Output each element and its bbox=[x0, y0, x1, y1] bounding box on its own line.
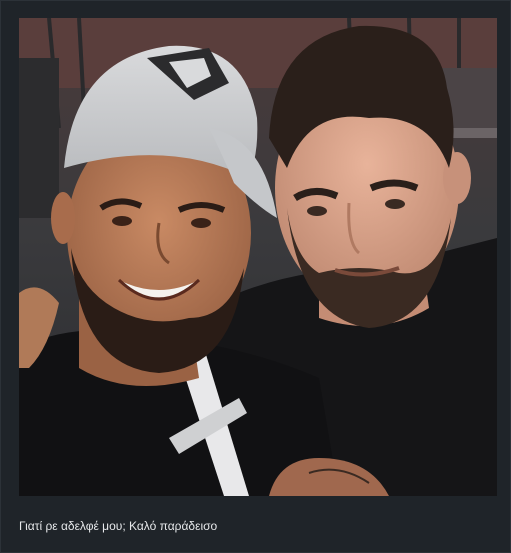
post-card: Γιατί ρε αδελφέ μου; Καλό παράδεισο bbox=[0, 0, 511, 553]
post-caption: Γιατί ρε αδελφέ μου; Καλό παράδεισο bbox=[19, 519, 218, 533]
post-photo[interactable] bbox=[19, 18, 497, 496]
